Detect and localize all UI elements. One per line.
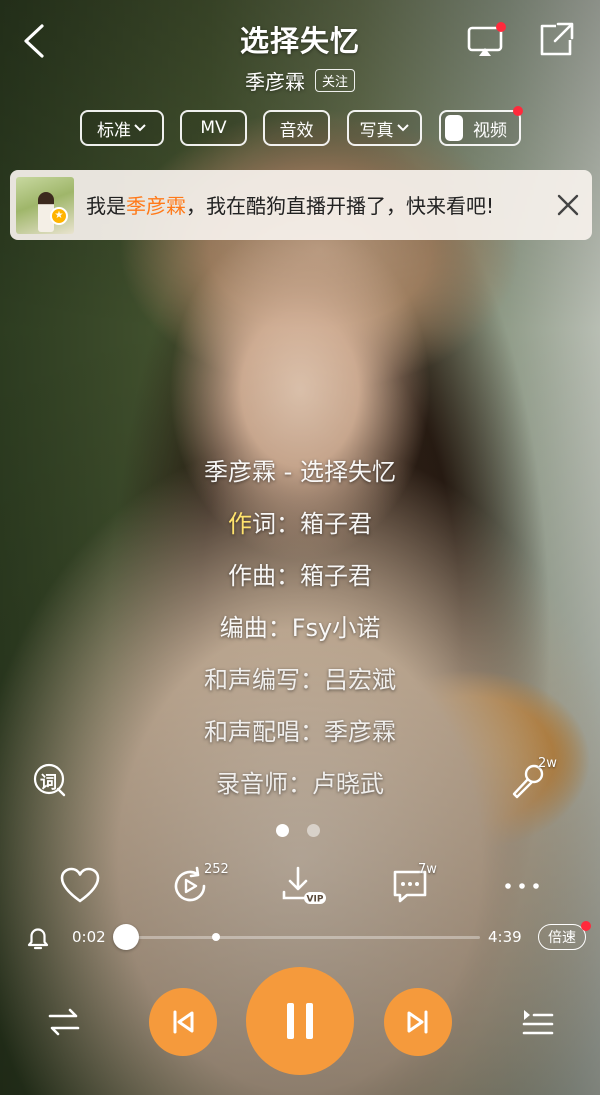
loop-count: 252 bbox=[204, 862, 229, 877]
speed-label: 倍速 bbox=[548, 930, 576, 946]
lyric-line: 和声配唱：季彦霖 bbox=[204, 718, 396, 746]
video-notification-dot bbox=[513, 106, 523, 116]
video-label: 视频 bbox=[473, 120, 507, 141]
lyrics-mode-button[interactable]: 词 bbox=[32, 762, 68, 798]
lyric-line: 编曲：Fsy小诺 bbox=[219, 614, 381, 642]
page-dot bbox=[307, 824, 320, 837]
page-indicator bbox=[276, 824, 320, 837]
playlist-queue-icon[interactable] bbox=[520, 1004, 556, 1040]
comment-count: 7w bbox=[418, 862, 437, 877]
playback-speed-button[interactable]: 倍速 bbox=[538, 921, 591, 950]
star-badge-icon: ★ bbox=[50, 207, 68, 225]
total-time: 4:39 bbox=[488, 928, 522, 946]
comment-icon[interactable]: 7w bbox=[390, 862, 437, 908]
shuffle-icon[interactable] bbox=[46, 1004, 82, 1040]
video-chip[interactable]: 视频 bbox=[439, 106, 523, 146]
cast-screen-icon[interactable] bbox=[466, 22, 506, 62]
page-dot-active bbox=[276, 824, 289, 837]
lyrics-panel[interactable]: 季彦霖 - 选择失忆 作词：箱子君 作曲：箱子君 编曲：Fsy小诺 和声编写：吕… bbox=[0, 446, 600, 810]
promo-highlight-name: 季彦霖 bbox=[126, 194, 186, 218]
live-promo-banner[interactable]: ★ 我是季彦霖，我在酷狗直播开播了，快来看吧! bbox=[10, 170, 592, 240]
pause-button[interactable] bbox=[246, 967, 354, 1075]
close-icon[interactable] bbox=[556, 193, 580, 217]
lyric-line-current: 作词：箱子君 bbox=[228, 510, 372, 538]
next-track-button[interactable] bbox=[384, 988, 452, 1056]
quality-label: 标准 bbox=[97, 120, 131, 141]
current-time: 0:02 bbox=[72, 928, 106, 946]
cast-notification-dot bbox=[496, 22, 506, 32]
artist-name[interactable]: 季彦霖 bbox=[245, 66, 305, 95]
heart-icon[interactable] bbox=[58, 864, 102, 908]
lyric-line: 季彦霖 - 选择失忆 bbox=[204, 458, 396, 486]
progress-track[interactable] bbox=[124, 936, 480, 939]
svg-text:VIP: VIP bbox=[307, 895, 324, 905]
mv-chip[interactable]: MV bbox=[180, 110, 247, 146]
loop-play-icon[interactable]: 252 bbox=[168, 862, 229, 908]
follow-button[interactable]: 关注 bbox=[314, 69, 355, 92]
lyric-line: 作曲：箱子君 bbox=[228, 562, 372, 590]
chevron-down-icon bbox=[396, 118, 410, 138]
chevron-down-icon bbox=[133, 118, 147, 138]
lyrics-mode-label: 词 bbox=[40, 773, 57, 793]
video-toggle-icon bbox=[445, 115, 463, 141]
more-options-icon[interactable] bbox=[500, 864, 544, 908]
share-icon[interactable] bbox=[536, 20, 576, 60]
quality-chip[interactable]: 标准 bbox=[80, 110, 164, 146]
download-vip-icon[interactable]: VIP bbox=[280, 864, 326, 908]
buffer-marker bbox=[212, 933, 220, 941]
previous-track-button[interactable] bbox=[149, 988, 217, 1056]
pause-icon bbox=[287, 1003, 313, 1039]
lyric-line: 和声编写：吕宏斌 bbox=[204, 666, 396, 694]
mic-count: 2w bbox=[538, 756, 557, 771]
promo-thumbnail: ★ bbox=[16, 177, 74, 234]
effects-chip[interactable]: 音效 bbox=[263, 110, 330, 146]
promo-text: 我是季彦霖，我在酷狗直播开播了，快来看吧! bbox=[86, 194, 495, 218]
song-title: 选择失忆 bbox=[239, 24, 360, 58]
photo-label: 写真 bbox=[359, 120, 394, 141]
photo-chip[interactable]: 写真 bbox=[347, 110, 422, 146]
artist-row: 季彦霖 关注 bbox=[0, 66, 600, 95]
skip-back-icon bbox=[173, 1010, 194, 1034]
bell-icon[interactable] bbox=[24, 924, 52, 952]
mic-icon[interactable]: 2w bbox=[506, 756, 557, 802]
skip-forward-icon bbox=[407, 1010, 428, 1034]
speed-notification-dot bbox=[581, 921, 591, 931]
